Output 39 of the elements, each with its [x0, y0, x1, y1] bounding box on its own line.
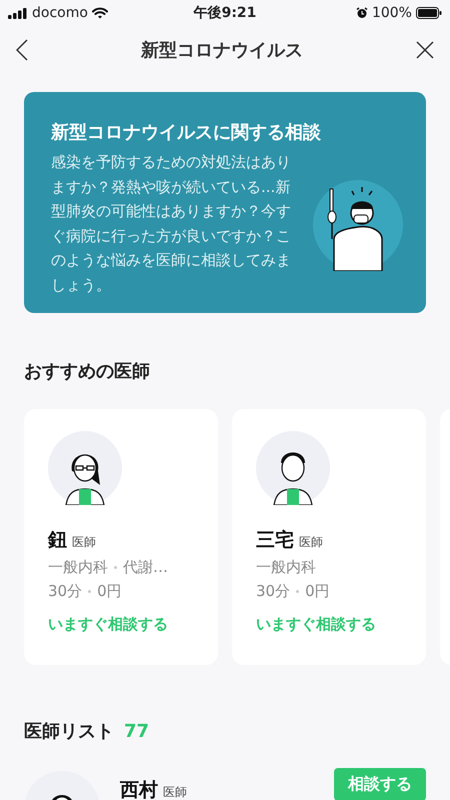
consultation-banner[interactable]: 新型コロナウイルスに関する相談 感染を予防するための対処法はありますか？発熱や咳が続いている...新型肺炎の可能性はありますか？今すぐ病院に行った方が良いですか？このような悩みを医師に相談してみましょう。 [24, 92, 426, 313]
doctor-name: 西村 [120, 778, 158, 800]
status-time: 午後9:21 [194, 4, 256, 22]
signal-icon [8, 8, 28, 18]
doctor-name: 三宅 [256, 528, 294, 553]
consult-now-link[interactable]: いますぐ相談する [48, 615, 168, 634]
doctor-specialty: 一般内科 [256, 558, 316, 577]
consult-button[interactable]: 相談する [334, 768, 426, 800]
doctor-avatar-icon [256, 431, 330, 505]
page-title: 新型コロナウイルス [141, 39, 303, 62]
banner-title: 新型コロナウイルスに関する相談 [51, 121, 322, 144]
close-button[interactable] [414, 39, 436, 61]
consultation-price: 0円 [97, 582, 122, 601]
doctor-card[interactable]: 三宅 医師 一般内科 30分 0円 いますぐ相談する [232, 409, 426, 665]
doctor-role: 医師 [163, 784, 187, 800]
doctor-specialty: 代謝… [123, 558, 168, 577]
doctor-role: 医師 [299, 534, 323, 551]
section-title: 医師リスト [24, 720, 114, 743]
banner-text: 感染を予防するための対処法はありますか？発熱や咳が続いている...新型肺炎の可能性はありますか？今すぐ病院に行った方が良いですか？このような悩みを医師に相談してみましょう。 [51, 152, 292, 296]
consultation-price: 0円 [305, 582, 330, 601]
doctor-specialty: 一般内科 [48, 558, 108, 577]
battery-icon [416, 7, 442, 19]
doctor-card[interactable]: 鈕 医師 一般内科 代謝… 30分 0円 いますぐ相談する [24, 409, 218, 665]
battery-percent: 100% [372, 5, 412, 21]
wifi-icon [92, 7, 108, 19]
doctor-name: 鈕 [48, 528, 67, 553]
doctor-count: 77 [124, 721, 150, 742]
doctor-avatar-icon [48, 431, 122, 505]
consult-now-link[interactable]: いますぐ相談する [256, 615, 376, 634]
consultation-duration: 30分 [48, 582, 82, 601]
section-title: おすすめの医師 [24, 360, 151, 383]
back-button[interactable] [14, 37, 30, 63]
alarm-icon [356, 7, 368, 19]
separator-dot [114, 566, 117, 569]
doctor-role: 医師 [72, 534, 96, 551]
separator-dot [296, 590, 300, 593]
separator-dot [88, 590, 92, 593]
consultation-duration: 30分 [256, 582, 290, 601]
carrier-name: docomo [32, 5, 88, 21]
